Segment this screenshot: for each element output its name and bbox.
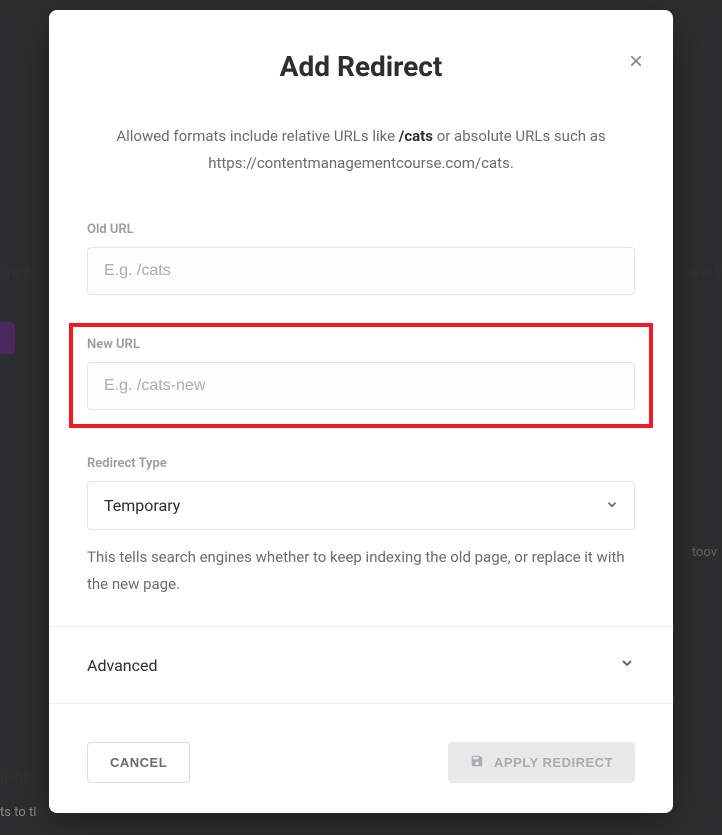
select-wrapper: Temporary (87, 481, 635, 530)
new-url-label: New URL (87, 337, 635, 352)
backdrop-element (0, 322, 15, 354)
form-section: Old URL New URL Redirect Type Temporary … (49, 222, 673, 598)
advanced-toggle[interactable]: Advanced (49, 626, 673, 703)
backdrop-text: toov (692, 545, 717, 560)
new-url-group: New URL (69, 323, 653, 428)
advanced-label: Advanced (87, 656, 158, 675)
new-url-input[interactable] (87, 362, 635, 410)
redirect-type-select[interactable]: Temporary (87, 481, 635, 530)
save-icon (470, 754, 484, 771)
backdrop-text: ts to tl (0, 805, 36, 820)
add-redirect-modal: × Add Redirect Allowed formats include r… (49, 10, 673, 813)
modal-title: Add Redirect (49, 50, 673, 83)
description-bold: /cats (399, 127, 433, 145)
old-url-input[interactable] (87, 247, 635, 295)
apply-button-label: APPLY REDIRECT (494, 755, 613, 770)
close-icon: × (629, 48, 643, 75)
description-text: or absolute URLs such as (433, 127, 606, 145)
backdrop-text: nents (0, 770, 35, 786)
modal-footer: CANCEL APPLY REDIRECT (49, 703, 673, 813)
cancel-button[interactable]: CANCEL (87, 742, 190, 783)
backdrop-text: end v (689, 265, 722, 281)
chevron-down-icon (619, 655, 635, 675)
description-text: Allowed formats include relative URLs li… (116, 127, 398, 145)
backdrop-text: lirect I (0, 265, 38, 281)
apply-redirect-button[interactable]: APPLY REDIRECT (448, 742, 635, 783)
redirect-type-label: Redirect Type (87, 456, 635, 471)
redirect-type-group: Redirect Type Temporary This tells searc… (87, 456, 635, 598)
modal-description: Allowed formats include relative URLs li… (49, 123, 673, 177)
redirect-type-help: This tells search engines whether to kee… (87, 544, 635, 598)
close-button[interactable]: × (629, 50, 643, 74)
description-text: . (510, 154, 514, 172)
description-url: https://contentmanagementcourse.com/cats (208, 154, 510, 172)
old-url-group: Old URL (87, 222, 635, 295)
old-url-label: Old URL (87, 222, 635, 237)
